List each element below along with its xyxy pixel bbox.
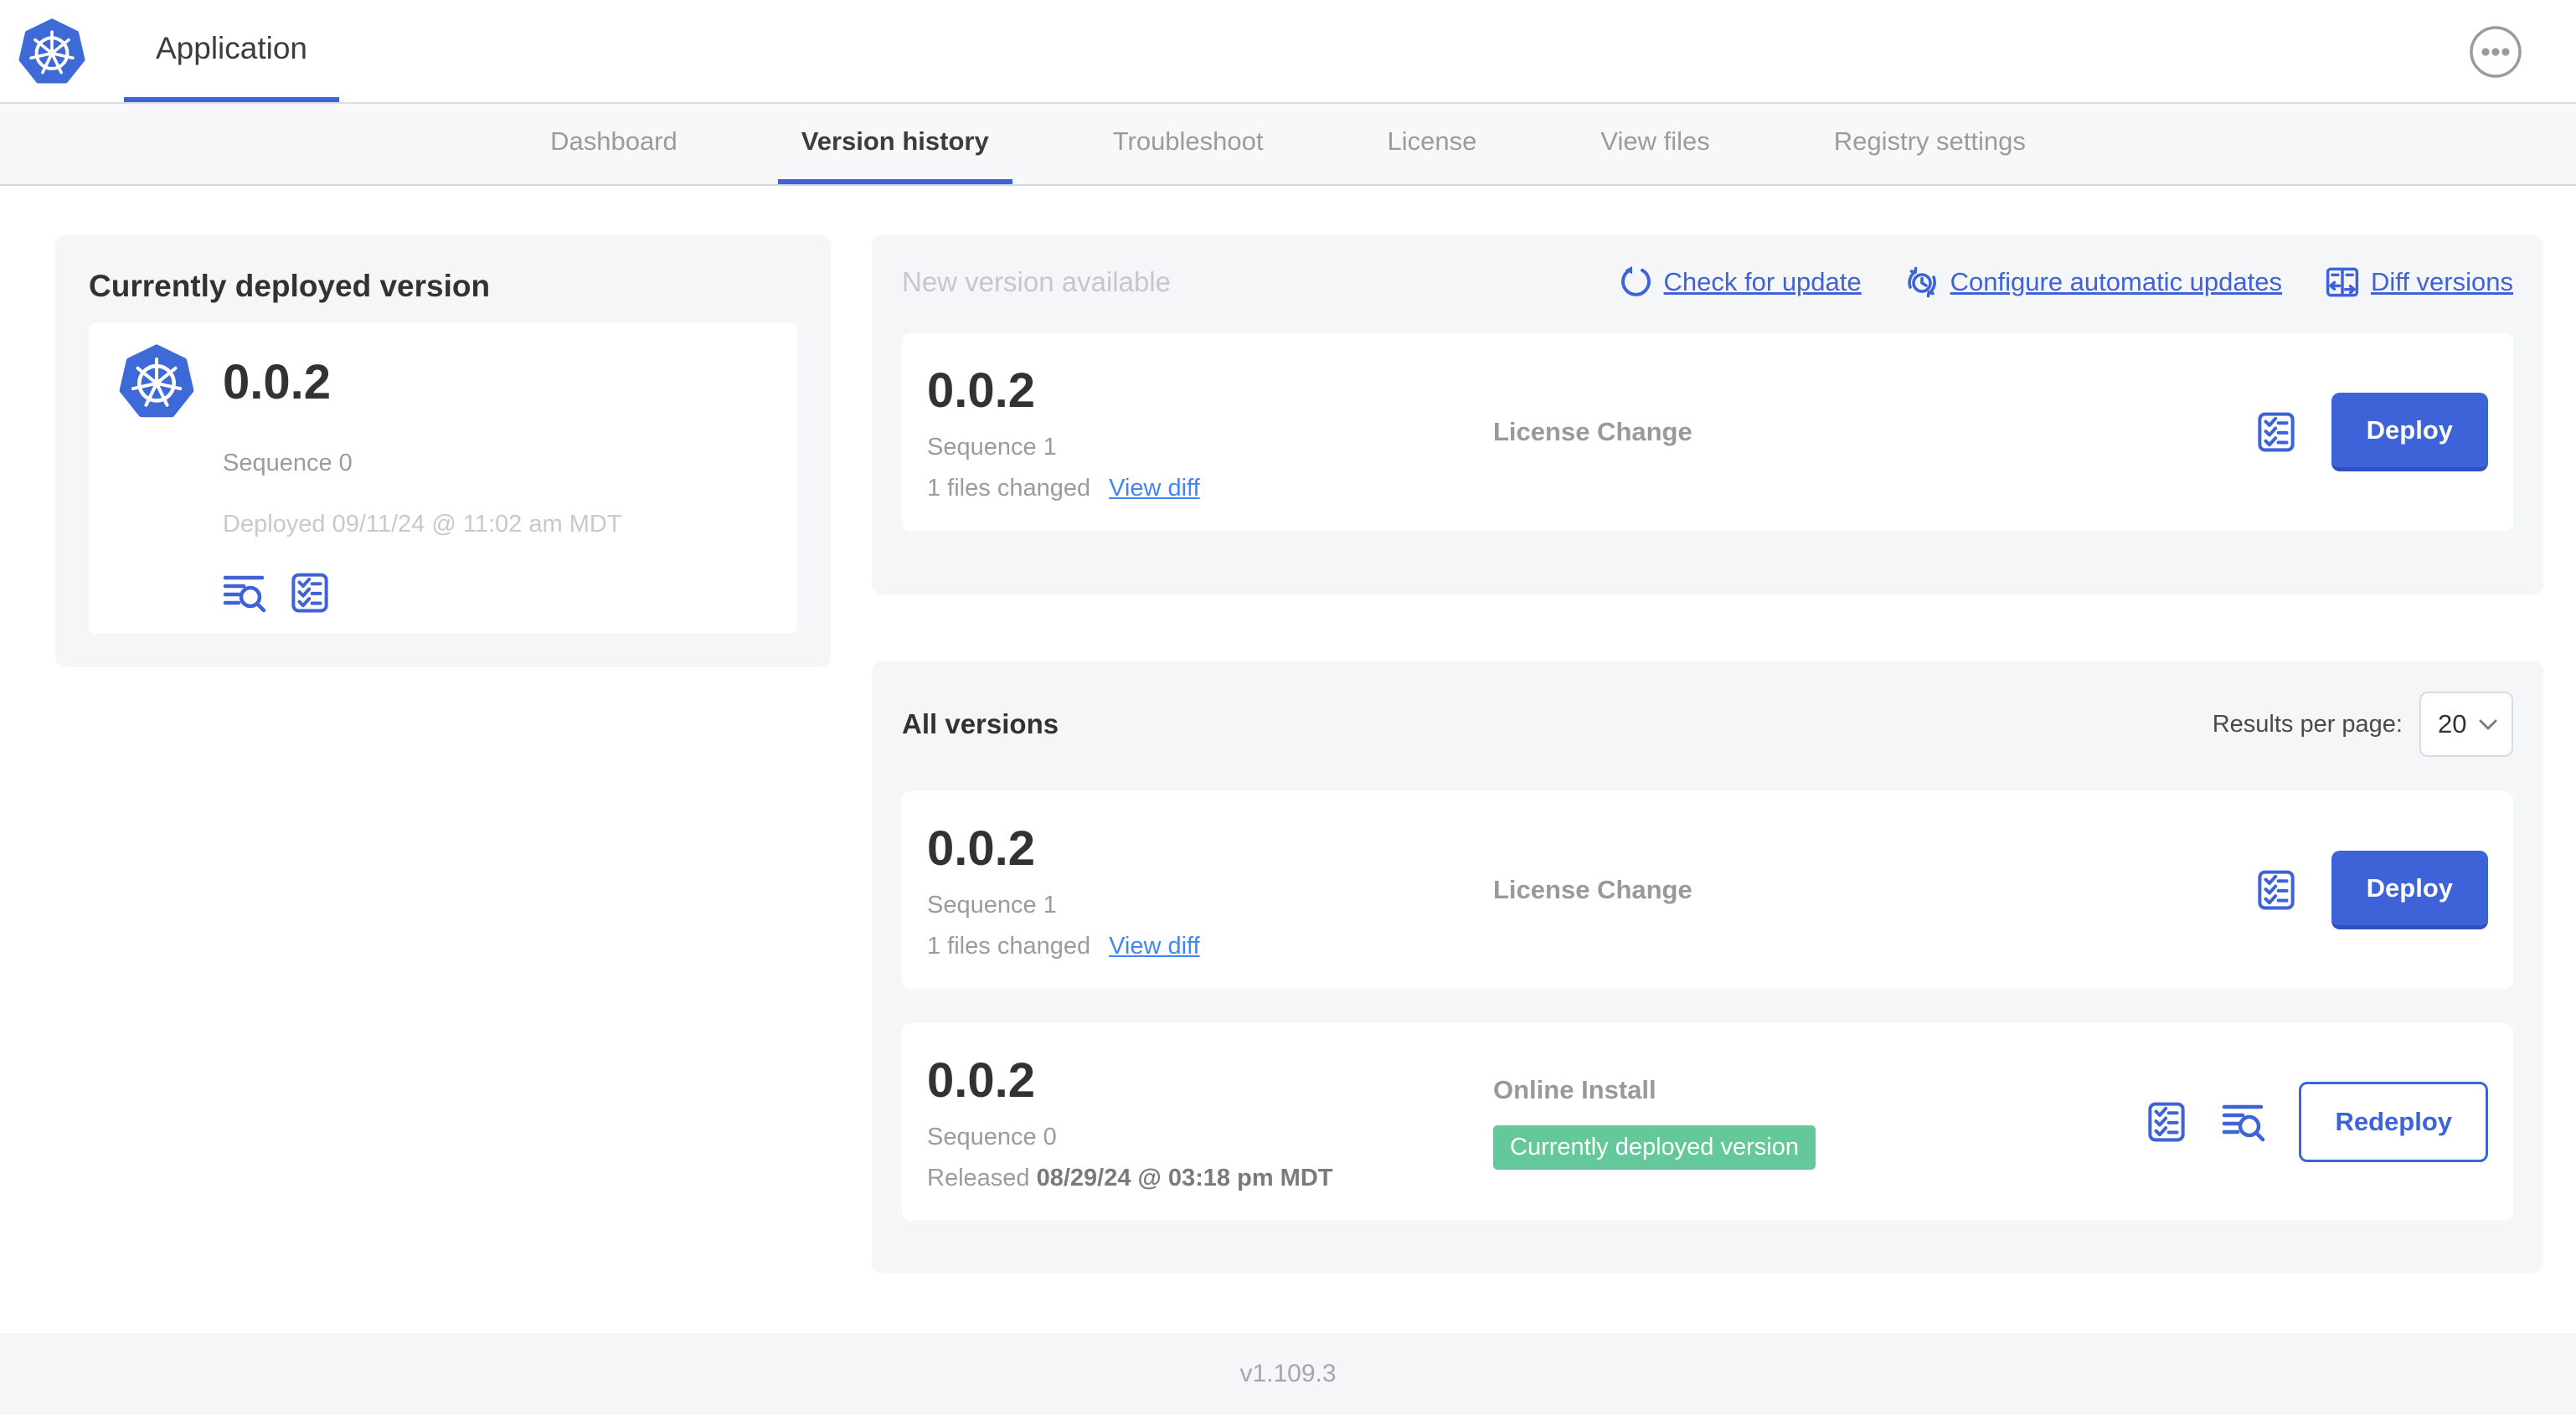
version-info: 0.0.2 Sequence 0 Released 08/29/24 @ 03:… (927, 1052, 1493, 1192)
currently-deployed-title: Currently deployed version (89, 269, 491, 303)
currently-deployed-card: Currently deployed version 0.0.2 Sequenc… (55, 235, 831, 667)
new-version-actions: Check for update Configure automatic upd… (1619, 265, 2513, 299)
check-for-update-label: Check for update (1663, 267, 1862, 296)
results-per-page-select[interactable]: 20 (2419, 692, 2513, 757)
version-source: License Change (1493, 417, 1692, 446)
tab-troubleshoot[interactable]: Troubleshoot (1090, 104, 1287, 184)
all-versions-card: All versions Results per page: 20 0.0.2 … (872, 661, 2543, 1273)
diff-versions-link[interactable]: Diff versions (2326, 265, 2513, 299)
new-version-row: 0.0.2 Sequence 1 1 files changed View di… (902, 333, 2513, 531)
version-source-column: License Change (1493, 417, 2254, 447)
view-logs-icon[interactable] (2222, 1101, 2265, 1143)
view-diff-link[interactable]: View diff (1109, 475, 1200, 502)
main-content: Currently deployed version 0.0.2 Sequenc… (0, 186, 2576, 1333)
check-for-update-link[interactable]: Check for update (1619, 265, 1862, 299)
deployed-version-panel: 0.0.2 Sequence 0 Deployed 09/11/24 @ 11:… (89, 322, 797, 634)
all-versions-header: All versions Results per page: 20 (902, 692, 2513, 757)
files-changed-text: 1 files changed (927, 474, 1091, 502)
new-version-title: New version available (902, 266, 1171, 297)
new-version-header: New version available Check for update C… (902, 265, 2513, 299)
released-date: 08/29/24 @ 03:18 pm MDT (1036, 1164, 1333, 1191)
tab-version-history[interactable]: Version history (777, 104, 1012, 184)
redeploy-button[interactable]: Redeploy (2299, 1082, 2488, 1162)
version-row: 0.0.2 Sequence 0 Released 08/29/24 @ 03:… (902, 1023, 2513, 1221)
tab-view-files[interactable]: View files (1577, 104, 1733, 184)
kubernetes-logo-icon (18, 18, 85, 85)
preflight-checks-icon[interactable] (2254, 869, 2298, 911)
version-info: 0.0.2 Sequence 1 1 files changed View di… (927, 821, 1493, 960)
version-number: 0.0.2 (927, 363, 1035, 418)
version-actions: Redeploy (2145, 1082, 2488, 1162)
right-column: New version available Check for update C… (872, 235, 2543, 1273)
diff-icon (2326, 265, 2359, 299)
view-logs-icon[interactable] (223, 572, 266, 614)
diff-versions-label: Diff versions (2371, 267, 2513, 296)
currently-deployed-badge: Currently deployed version (1493, 1124, 1816, 1170)
new-version-card: New version available Check for update C… (872, 235, 2543, 594)
preflight-checks-icon[interactable] (2145, 1101, 2188, 1143)
tab-license[interactable]: License (1364, 104, 1501, 184)
version-row: 0.0.2 Sequence 1 1 files changed View di… (902, 791, 2513, 989)
version-source-column: Online Install Currently deployed versio… (1493, 1075, 2145, 1170)
refresh-icon (1619, 265, 1652, 299)
results-per-page-label: Results per page: (2212, 710, 2403, 738)
app-footer: v1.109.3 (0, 1333, 2576, 1415)
files-changed-row: 1 files changed View diff (927, 933, 1493, 960)
configure-automatic-updates-label: Configure automatic updates (1950, 267, 2282, 296)
version-actions: Deploy (2254, 393, 2488, 471)
ellipsis-icon (2468, 24, 2523, 80)
version-source: Online Install (1493, 1074, 1656, 1104)
version-number: 0.0.2 (927, 821, 1035, 876)
version-sequence: Sequence 0 (927, 1123, 1057, 1150)
deploy-button[interactable]: Deploy (2331, 393, 2488, 471)
tab-dashboard[interactable]: Dashboard (527, 104, 701, 184)
app-subnav: Dashboard Version history Troubleshoot L… (0, 104, 2576, 186)
version-released-line: Released 08/29/24 @ 03:18 pm MDT (927, 1165, 1493, 1192)
kots-admin-console: Application Dashboard Version history Tr… (0, 0, 2576, 1415)
deployed-timestamp: Deployed 09/11/24 @ 11:02 am MDT (223, 511, 622, 538)
preflight-checks-icon[interactable] (2254, 411, 2298, 453)
preflight-checks-icon[interactable] (288, 572, 332, 614)
header-spacer (339, 0, 2468, 102)
results-per-page: Results per page: 20 (2213, 692, 2513, 757)
auto-update-clock-icon (1905, 265, 1939, 299)
released-prefix: Released (927, 1164, 1030, 1191)
deployed-version-actions (223, 572, 767, 614)
app-tab-label: Application (156, 31, 308, 65)
deployed-version-number: 0.0.2 (223, 354, 331, 409)
deployed-sequence: Sequence 0 (223, 450, 353, 476)
version-source-column: License Change (1493, 875, 2254, 905)
version-number: 0.0.2 (927, 1052, 1035, 1108)
app-tab[interactable]: Application (124, 0, 340, 102)
version-source: License Change (1493, 875, 1692, 904)
more-options-button[interactable] (2468, 24, 2523, 80)
deployed-version-header: 0.0.2 (119, 344, 767, 419)
files-changed-row: 1 files changed View diff (927, 475, 1493, 502)
kubernetes-app-icon (119, 344, 194, 419)
app-header: Application (0, 0, 2576, 104)
all-versions-title: All versions (902, 708, 1059, 739)
chevron-down-icon (2478, 718, 2498, 731)
version-sequence: Sequence 1 (927, 891, 1057, 918)
view-diff-link[interactable]: View diff (1109, 933, 1200, 960)
version-sequence: Sequence 1 (927, 433, 1057, 461)
version-info: 0.0.2 Sequence 1 1 files changed View di… (927, 363, 1493, 502)
console-version: v1.109.3 (1239, 1360, 1337, 1387)
version-actions: Deploy (2254, 851, 2488, 929)
configure-automatic-updates-link[interactable]: Configure automatic updates (1905, 265, 2282, 299)
files-changed-text: 1 files changed (927, 932, 1091, 960)
tab-registry-settings[interactable]: Registry settings (1811, 104, 2049, 184)
deploy-button[interactable]: Deploy (2331, 851, 2488, 929)
deployed-version-details: Sequence 0 Deployed 09/11/24 @ 11:02 am … (223, 450, 767, 614)
results-per-page-value: 20 (2438, 709, 2467, 738)
